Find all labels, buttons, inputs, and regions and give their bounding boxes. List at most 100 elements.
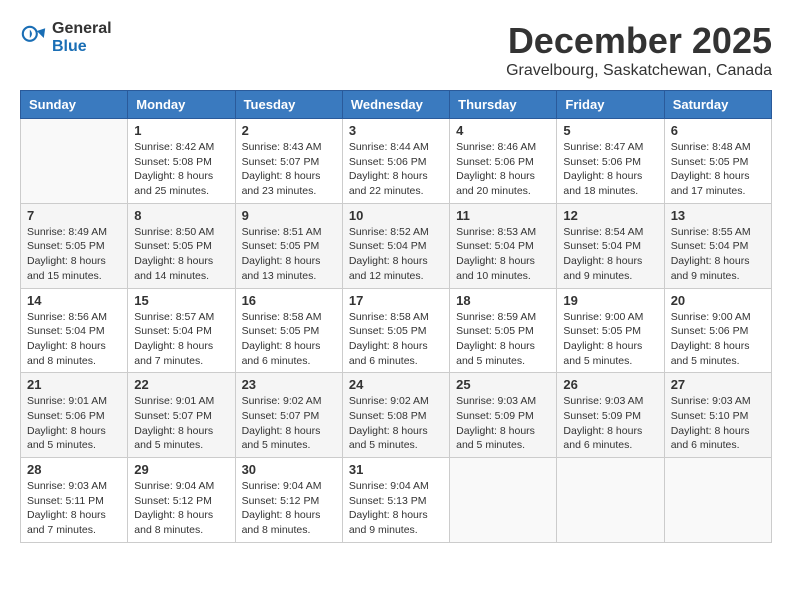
calendar-cell: 20 Sunrise: 9:00 AMSunset: 5:06 PMDaylig…: [664, 288, 771, 373]
logo-text: General Blue: [52, 20, 112, 56]
calendar-cell: 25 Sunrise: 9:03 AMSunset: 5:09 PMDaylig…: [450, 373, 557, 458]
day-info: Sunrise: 8:46 AMSunset: 5:06 PMDaylight:…: [456, 140, 550, 199]
calendar-cell: 2 Sunrise: 8:43 AMSunset: 5:07 PMDayligh…: [235, 119, 342, 204]
day-info: Sunrise: 8:55 AMSunset: 5:04 PMDaylight:…: [671, 225, 765, 284]
calendar-cell: 29 Sunrise: 9:04 AMSunset: 5:12 PMDaylig…: [128, 458, 235, 543]
day-info: Sunrise: 9:01 AMSunset: 5:07 PMDaylight:…: [134, 394, 228, 453]
calendar-cell: 21 Sunrise: 9:01 AMSunset: 5:06 PMDaylig…: [21, 373, 128, 458]
month-title: December 2025: [506, 20, 772, 62]
calendar-cell: 28 Sunrise: 9:03 AMSunset: 5:11 PMDaylig…: [21, 458, 128, 543]
calendar-cell: 9 Sunrise: 8:51 AMSunset: 5:05 PMDayligh…: [235, 203, 342, 288]
day-number: 27: [671, 377, 765, 392]
day-info: Sunrise: 9:03 AMSunset: 5:11 PMDaylight:…: [27, 479, 121, 538]
calendar-cell: 23 Sunrise: 9:02 AMSunset: 5:07 PMDaylig…: [235, 373, 342, 458]
calendar-cell: 10 Sunrise: 8:52 AMSunset: 5:04 PMDaylig…: [342, 203, 449, 288]
day-info: Sunrise: 9:03 AMSunset: 5:10 PMDaylight:…: [671, 394, 765, 453]
day-number: 2: [242, 123, 336, 138]
day-number: 11: [456, 208, 550, 223]
calendar-cell: 4 Sunrise: 8:46 AMSunset: 5:06 PMDayligh…: [450, 119, 557, 204]
day-info: Sunrise: 9:04 AMSunset: 5:12 PMDaylight:…: [134, 479, 228, 538]
day-info: Sunrise: 8:58 AMSunset: 5:05 PMDaylight:…: [242, 310, 336, 369]
day-number: 18: [456, 293, 550, 308]
calendar-week-row: 1 Sunrise: 8:42 AMSunset: 5:08 PMDayligh…: [21, 119, 772, 204]
day-info: Sunrise: 8:42 AMSunset: 5:08 PMDaylight:…: [134, 140, 228, 199]
day-info: Sunrise: 8:57 AMSunset: 5:04 PMDaylight:…: [134, 310, 228, 369]
day-info: Sunrise: 9:04 AMSunset: 5:13 PMDaylight:…: [349, 479, 443, 538]
day-number: 4: [456, 123, 550, 138]
calendar-cell: 11 Sunrise: 8:53 AMSunset: 5:04 PMDaylig…: [450, 203, 557, 288]
title-area: December 2025 Gravelbourg, Saskatchewan,…: [506, 20, 772, 80]
day-number: 24: [349, 377, 443, 392]
day-info: Sunrise: 8:54 AMSunset: 5:04 PMDaylight:…: [563, 225, 657, 284]
day-info: Sunrise: 8:49 AMSunset: 5:05 PMDaylight:…: [27, 225, 121, 284]
day-number: 25: [456, 377, 550, 392]
calendar-week-row: 28 Sunrise: 9:03 AMSunset: 5:11 PMDaylig…: [21, 458, 772, 543]
calendar-cell: 18 Sunrise: 8:59 AMSunset: 5:05 PMDaylig…: [450, 288, 557, 373]
day-number: 22: [134, 377, 228, 392]
day-number: 19: [563, 293, 657, 308]
day-number: 8: [134, 208, 228, 223]
day-number: 17: [349, 293, 443, 308]
day-info: Sunrise: 8:48 AMSunset: 5:05 PMDaylight:…: [671, 140, 765, 199]
calendar-cell: 17 Sunrise: 8:58 AMSunset: 5:05 PMDaylig…: [342, 288, 449, 373]
header-saturday: Saturday: [664, 91, 771, 119]
day-number: 26: [563, 377, 657, 392]
calendar-cell: 27 Sunrise: 9:03 AMSunset: 5:10 PMDaylig…: [664, 373, 771, 458]
day-number: 7: [27, 208, 121, 223]
calendar-cell: 30 Sunrise: 9:04 AMSunset: 5:12 PMDaylig…: [235, 458, 342, 543]
calendar-table: SundayMondayTuesdayWednesdayThursdayFrid…: [20, 90, 772, 543]
calendar-cell: 5 Sunrise: 8:47 AMSunset: 5:06 PMDayligh…: [557, 119, 664, 204]
calendar-cell: 13 Sunrise: 8:55 AMSunset: 5:04 PMDaylig…: [664, 203, 771, 288]
calendar-cell: 16 Sunrise: 8:58 AMSunset: 5:05 PMDaylig…: [235, 288, 342, 373]
header-sunday: Sunday: [21, 91, 128, 119]
day-number: 16: [242, 293, 336, 308]
calendar-cell: 14 Sunrise: 8:56 AMSunset: 5:04 PMDaylig…: [21, 288, 128, 373]
day-number: 6: [671, 123, 765, 138]
day-info: Sunrise: 9:02 AMSunset: 5:08 PMDaylight:…: [349, 394, 443, 453]
calendar-cell: 26 Sunrise: 9:03 AMSunset: 5:09 PMDaylig…: [557, 373, 664, 458]
day-info: Sunrise: 9:00 AMSunset: 5:05 PMDaylight:…: [563, 310, 657, 369]
calendar-cell: 19 Sunrise: 9:00 AMSunset: 5:05 PMDaylig…: [557, 288, 664, 373]
header-tuesday: Tuesday: [235, 91, 342, 119]
day-number: 9: [242, 208, 336, 223]
day-number: 15: [134, 293, 228, 308]
day-number: 14: [27, 293, 121, 308]
header-friday: Friday: [557, 91, 664, 119]
day-info: Sunrise: 8:43 AMSunset: 5:07 PMDaylight:…: [242, 140, 336, 199]
day-info: Sunrise: 9:02 AMSunset: 5:07 PMDaylight:…: [242, 394, 336, 453]
logo-icon: [20, 24, 48, 52]
calendar-cell: 24 Sunrise: 9:02 AMSunset: 5:08 PMDaylig…: [342, 373, 449, 458]
calendar-cell: 12 Sunrise: 8:54 AMSunset: 5:04 PMDaylig…: [557, 203, 664, 288]
calendar-cell: 6 Sunrise: 8:48 AMSunset: 5:05 PMDayligh…: [664, 119, 771, 204]
calendar-cell: [21, 119, 128, 204]
day-number: 29: [134, 462, 228, 477]
calendar-cell: 15 Sunrise: 8:57 AMSunset: 5:04 PMDaylig…: [128, 288, 235, 373]
day-number: 13: [671, 208, 765, 223]
day-info: Sunrise: 9:03 AMSunset: 5:09 PMDaylight:…: [456, 394, 550, 453]
header-wednesday: Wednesday: [342, 91, 449, 119]
calendar-cell: [557, 458, 664, 543]
day-number: 1: [134, 123, 228, 138]
day-number: 10: [349, 208, 443, 223]
calendar-header-row: SundayMondayTuesdayWednesdayThursdayFrid…: [21, 91, 772, 119]
day-info: Sunrise: 9:03 AMSunset: 5:09 PMDaylight:…: [563, 394, 657, 453]
day-number: 20: [671, 293, 765, 308]
calendar-week-row: 7 Sunrise: 8:49 AMSunset: 5:05 PMDayligh…: [21, 203, 772, 288]
day-info: Sunrise: 8:53 AMSunset: 5:04 PMDaylight:…: [456, 225, 550, 284]
day-info: Sunrise: 8:47 AMSunset: 5:06 PMDaylight:…: [563, 140, 657, 199]
day-number: 12: [563, 208, 657, 223]
day-number: 3: [349, 123, 443, 138]
day-info: Sunrise: 8:59 AMSunset: 5:05 PMDaylight:…: [456, 310, 550, 369]
header: General Blue December 2025 Gravelbourg, …: [20, 20, 772, 80]
calendar-cell: 3 Sunrise: 8:44 AMSunset: 5:06 PMDayligh…: [342, 119, 449, 204]
day-info: Sunrise: 8:52 AMSunset: 5:04 PMDaylight:…: [349, 225, 443, 284]
day-number: 23: [242, 377, 336, 392]
calendar-cell: 8 Sunrise: 8:50 AMSunset: 5:05 PMDayligh…: [128, 203, 235, 288]
logo: General Blue: [20, 20, 112, 56]
calendar-cell: 7 Sunrise: 8:49 AMSunset: 5:05 PMDayligh…: [21, 203, 128, 288]
day-number: 21: [27, 377, 121, 392]
day-info: Sunrise: 8:56 AMSunset: 5:04 PMDaylight:…: [27, 310, 121, 369]
calendar-cell: 1 Sunrise: 8:42 AMSunset: 5:08 PMDayligh…: [128, 119, 235, 204]
location-title: Gravelbourg, Saskatchewan, Canada: [506, 62, 772, 80]
calendar-cell: 22 Sunrise: 9:01 AMSunset: 5:07 PMDaylig…: [128, 373, 235, 458]
